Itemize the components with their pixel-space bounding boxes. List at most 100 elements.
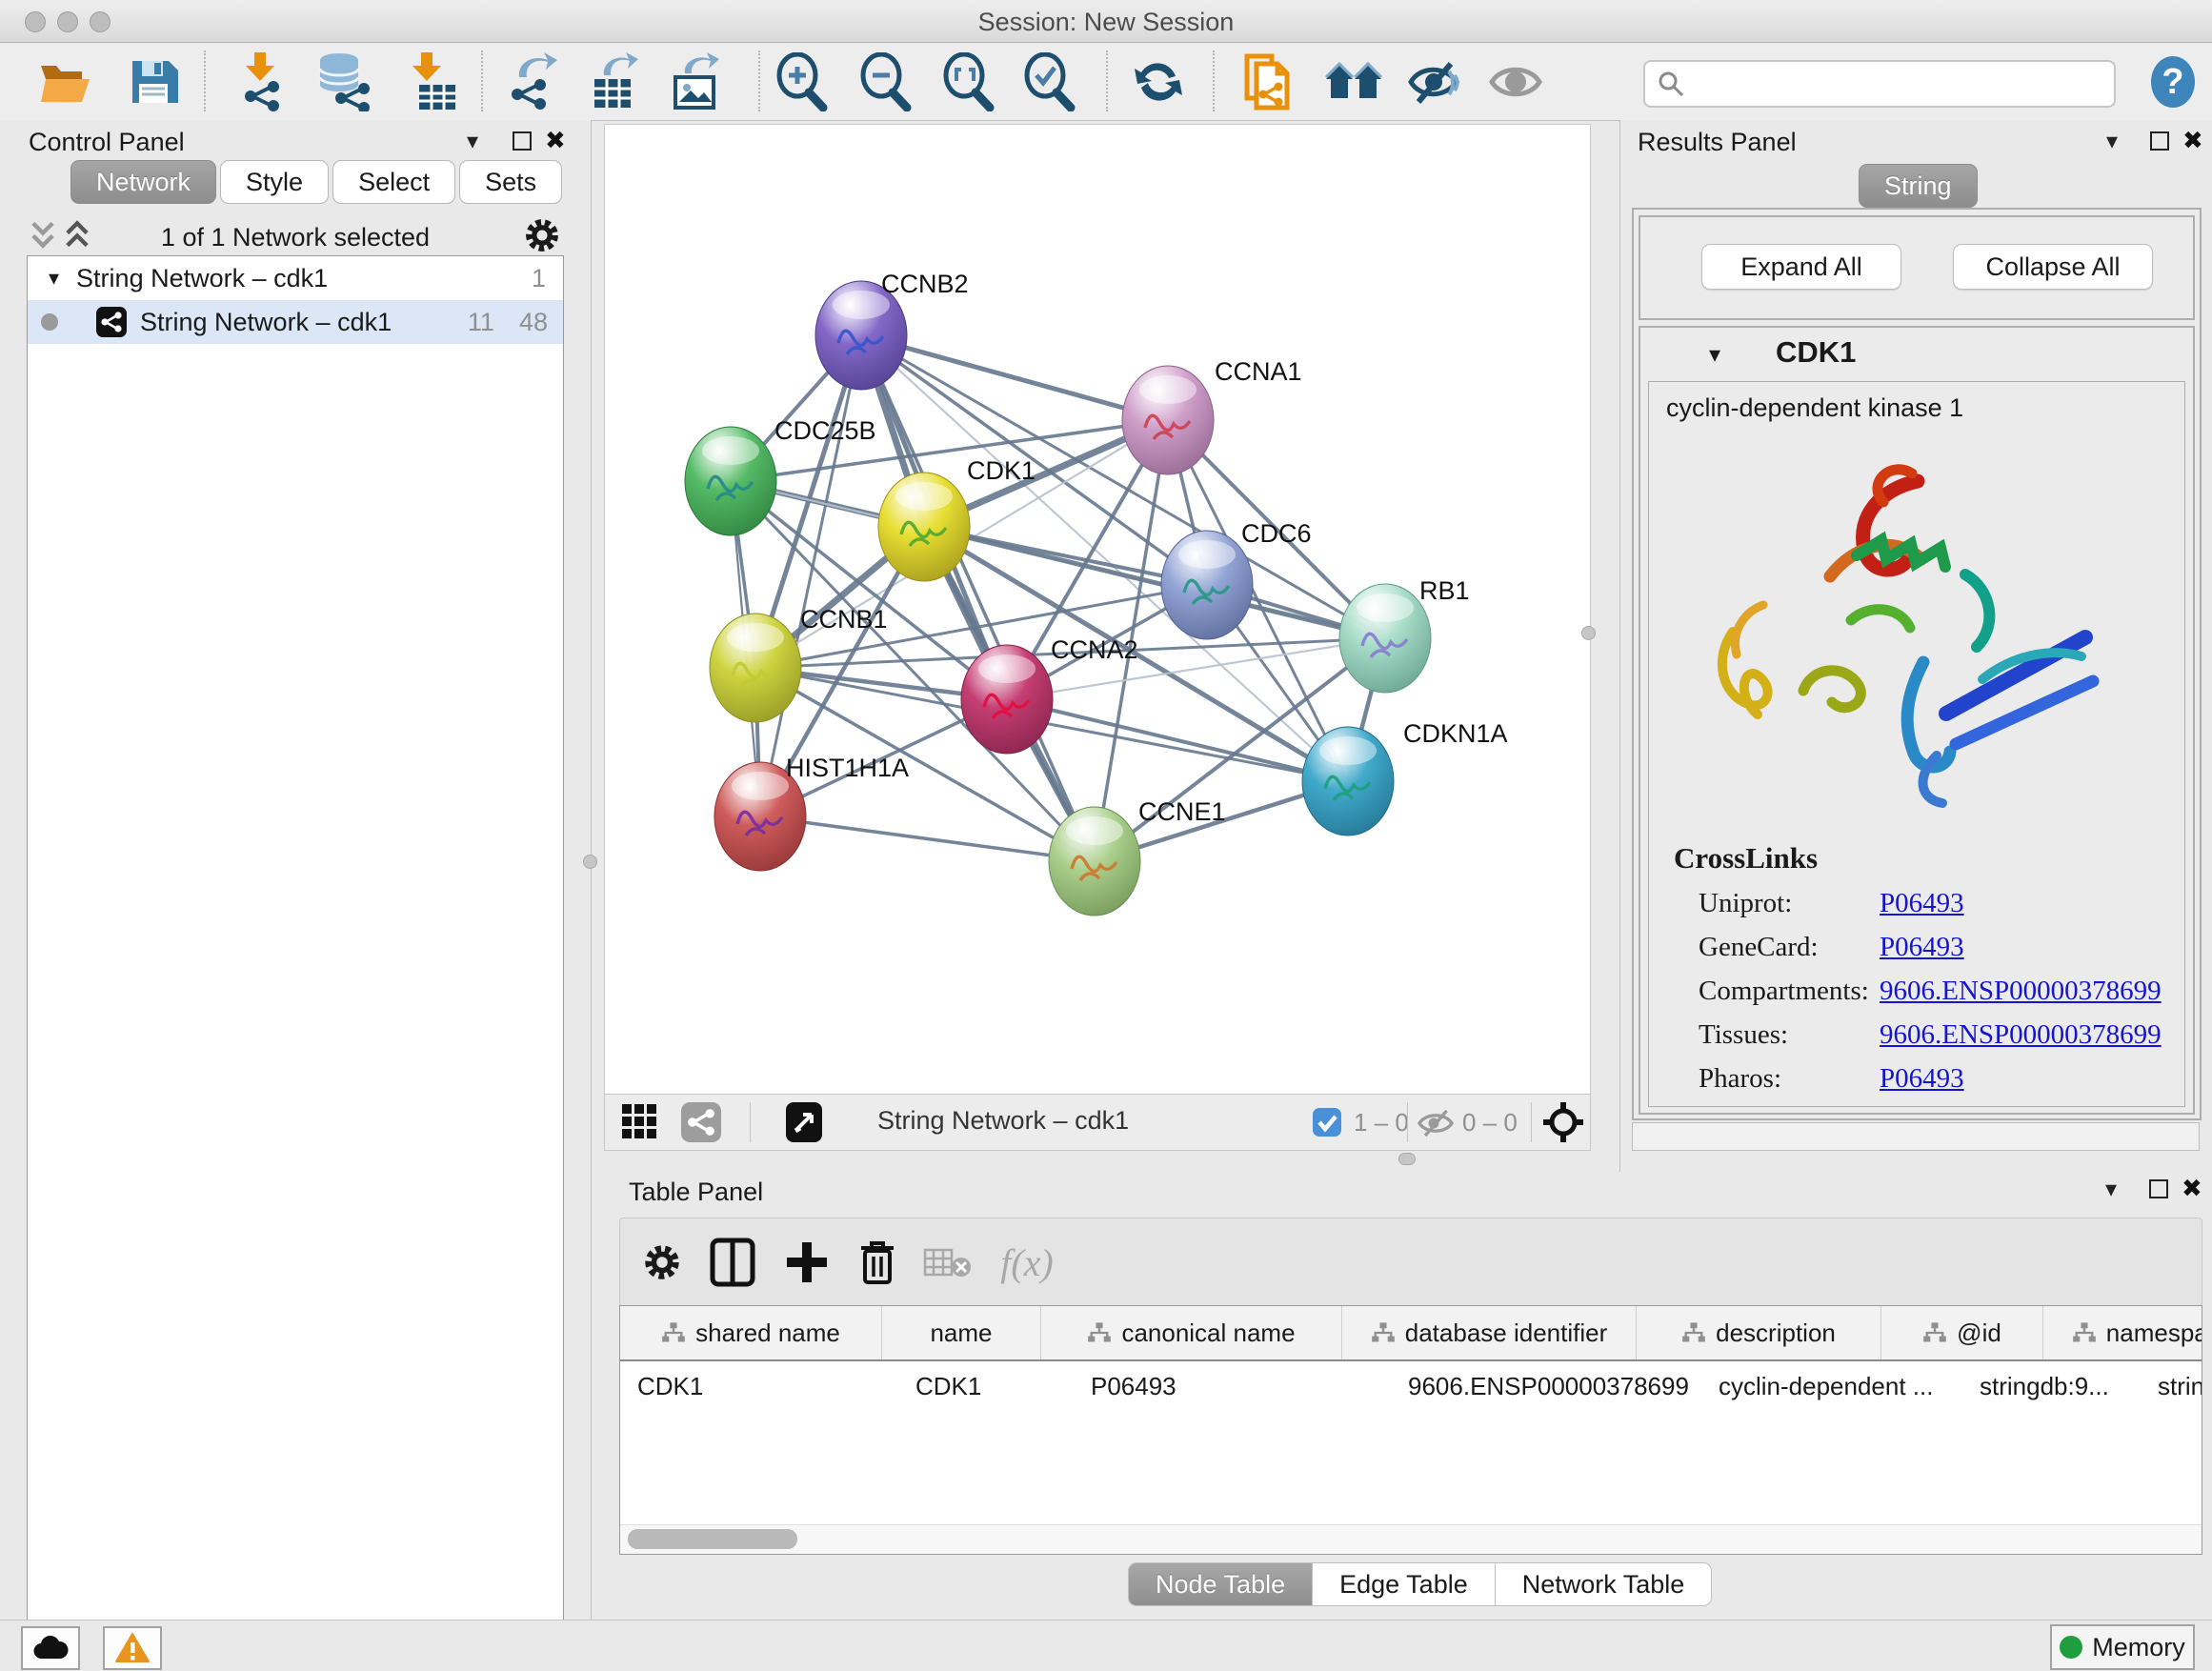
- results-panel-close-icon[interactable]: ✖: [2182, 126, 2203, 155]
- crosslink-link[interactable]: P06493: [1880, 1063, 1964, 1095]
- collapse-all-button[interactable]: Collapse All: [1953, 244, 2153, 290]
- control-panel-float-icon[interactable]: [513, 131, 532, 151]
- collection-expand-icon[interactable]: ▾: [49, 266, 59, 291]
- add-column-icon[interactable]: [776, 1232, 837, 1293]
- protein-section: ▾ CDK1 cyclin-dependent kinase 1: [1639, 326, 2195, 1115]
- show-columns-icon[interactable]: [702, 1232, 763, 1293]
- cloud-button[interactable]: [21, 1626, 80, 1670]
- column-header-database-identifier[interactable]: database identifier: [1342, 1306, 1637, 1359]
- control-panel-menu-icon[interactable]: ▾: [467, 128, 478, 155]
- network-options-gear-icon[interactable]: [522, 215, 562, 255]
- export-image-button[interactable]: [664, 50, 727, 113]
- table-panel-menu-icon[interactable]: ▾: [2105, 1176, 2117, 1203]
- import-network-from-database-button[interactable]: [312, 50, 374, 113]
- zoom-out-button[interactable]: [854, 50, 916, 113]
- column-type-icon: [1087, 1321, 1112, 1344]
- table-cell[interactable]: CDK1: [620, 1361, 898, 1411]
- crosslink-link[interactable]: P06493: [1880, 932, 1964, 963]
- zoom-selected-button[interactable]: [1017, 50, 1080, 113]
- crosslink-link[interactable]: 9606.ENSP00000378699: [1880, 976, 2162, 1007]
- column-header-name[interactable]: name: [882, 1306, 1041, 1359]
- network-edge-HIST1H1A-CCNE1[interactable]: [760, 816, 1095, 861]
- table-panel-float-icon[interactable]: [2149, 1179, 2168, 1198]
- refresh-layout-button[interactable]: [1127, 50, 1190, 113]
- save-session-button[interactable]: [122, 50, 185, 113]
- right-splitter-grip[interactable]: [1581, 626, 1596, 640]
- table-body: CDK1CDK1P064939606.ENSP00000378699cyclin…: [620, 1361, 2202, 1411]
- search-box: [1643, 60, 2116, 108]
- column-header-description[interactable]: description: [1637, 1306, 1881, 1359]
- selected-checkbox-icon[interactable]: [1312, 1107, 1342, 1137]
- protein-collapse-icon[interactable]: ▾: [1709, 341, 1720, 369]
- table-panel-close-icon[interactable]: ✖: [2182, 1174, 2202, 1203]
- tab-node-table[interactable]: Node Table: [1128, 1562, 1313, 1606]
- network-row[interactable]: String Network – cdk1 11 48: [28, 300, 563, 344]
- memory-button[interactable]: Memory: [2050, 1624, 2195, 1670]
- tab-edge-table[interactable]: Edge Table: [1313, 1562, 1496, 1606]
- horizontal-splitter-grip[interactable]: [1398, 1153, 1416, 1165]
- hide-panel-eye-slash-button[interactable]: [1403, 50, 1466, 113]
- tab-network-table[interactable]: Network Table: [1496, 1562, 1713, 1606]
- delete-values-trash-icon[interactable]: [847, 1232, 908, 1293]
- grid-view-icon[interactable]: [620, 1102, 658, 1140]
- expand-all-button[interactable]: Expand All: [1701, 244, 1901, 290]
- table-cell[interactable]: stringdb:9...: [1962, 1361, 2141, 1411]
- crosslink-link[interactable]: 9606.ENSP00000378699: [1880, 1019, 2162, 1051]
- search-input[interactable]: [1693, 69, 2114, 100]
- table-gear-icon[interactable]: [632, 1232, 693, 1293]
- column-header--id[interactable]: @id: [1881, 1306, 2043, 1359]
- results-scrollbar[interactable]: [1632, 1122, 2200, 1151]
- left-splitter-grip[interactable]: [583, 855, 597, 869]
- zoom-in-button[interactable]: [770, 50, 833, 113]
- network-edge-CCNB2-HIST1H1A[interactable]: [760, 335, 861, 816]
- hidden-count: 0 – 0: [1462, 1108, 1518, 1137]
- home-networks-button[interactable]: [1322, 50, 1385, 113]
- table-cell[interactable]: 9606.ENSP00000378699: [1391, 1361, 1701, 1411]
- tab-string-results[interactable]: String: [1859, 164, 1978, 208]
- control-panel: Control Panel ▾ ✖ NetworkStyleSelectSets…: [0, 120, 592, 1620]
- show-panel-eye-button[interactable]: [1484, 50, 1547, 113]
- tab-style[interactable]: Style: [220, 160, 329, 204]
- network-collection-row[interactable]: ▾ String Network – cdk1 1: [28, 256, 563, 300]
- tab-network[interactable]: Network: [70, 160, 216, 204]
- hidden-eye-slash-icon: [1417, 1109, 1455, 1137]
- column-header-namespace[interactable]: namespace: [2043, 1306, 2202, 1359]
- node-label-CDKN1A: CDKN1A: [1403, 719, 1508, 748]
- network-view-string-icon[interactable]: [681, 1102, 721, 1142]
- network-edge-CDK1-RB1[interactable]: [924, 527, 1385, 638]
- table-h-scrollbar[interactable]: [620, 1524, 2202, 1554]
- collapse-all-networks-icon[interactable]: [29, 219, 57, 250]
- table-cell[interactable]: stringdb: [2141, 1361, 2202, 1411]
- crosslink-link[interactable]: P06493: [1880, 888, 1964, 919]
- column-type-icon: [1681, 1321, 1706, 1344]
- warnings-button[interactable]: [103, 1626, 162, 1670]
- table-h-scrollbar-thumb[interactable]: [628, 1529, 797, 1549]
- clone-network-button[interactable]: [1237, 50, 1299, 113]
- table-cell[interactable]: P06493: [1074, 1361, 1391, 1411]
- crosslink-row: Uniprot:P06493: [1699, 881, 2175, 925]
- export-table-button[interactable]: [583, 50, 646, 113]
- network-canvas[interactable]: CCNB2CCNA1CDC25BCDK1CDC6RB1CCNB1CCNA2CDK…: [604, 124, 1591, 1096]
- network-list: ▾ String Network – cdk1 1 String Network…: [27, 255, 564, 1671]
- open-in-window-icon[interactable]: [786, 1102, 822, 1142]
- help-button[interactable]: ?: [2142, 50, 2204, 113]
- export-network-button[interactable]: [502, 50, 565, 113]
- tab-sets[interactable]: Sets: [459, 160, 562, 204]
- tab-select[interactable]: Select: [332, 160, 455, 204]
- zoom-fit-button[interactable]: [936, 50, 999, 113]
- table-cell[interactable]: CDK1: [898, 1361, 1074, 1411]
- column-header-shared-name[interactable]: shared name: [620, 1306, 882, 1359]
- table-row[interactable]: CDK1CDK1P064939606.ENSP00000378699cyclin…: [620, 1361, 2202, 1411]
- column-header-canonical-name[interactable]: canonical name: [1041, 1306, 1342, 1359]
- results-panel-menu-icon[interactable]: ▾: [2106, 128, 2118, 155]
- network-edge-CCNB2-CCNE1[interactable]: [861, 335, 1095, 861]
- import-table-button[interactable]: [400, 50, 463, 113]
- birdseye-view-icon[interactable]: [1542, 1101, 1584, 1143]
- expand-all-networks-icon[interactable]: [63, 219, 91, 250]
- warning-icon: [115, 1633, 150, 1663]
- import-network-button[interactable]: [229, 50, 292, 113]
- open-session-button[interactable]: [34, 50, 97, 113]
- table-cell[interactable]: cyclin-dependent ...: [1701, 1361, 1962, 1411]
- control-panel-close-icon[interactable]: ✖: [545, 126, 566, 155]
- results-panel-float-icon[interactable]: [2150, 131, 2169, 151]
